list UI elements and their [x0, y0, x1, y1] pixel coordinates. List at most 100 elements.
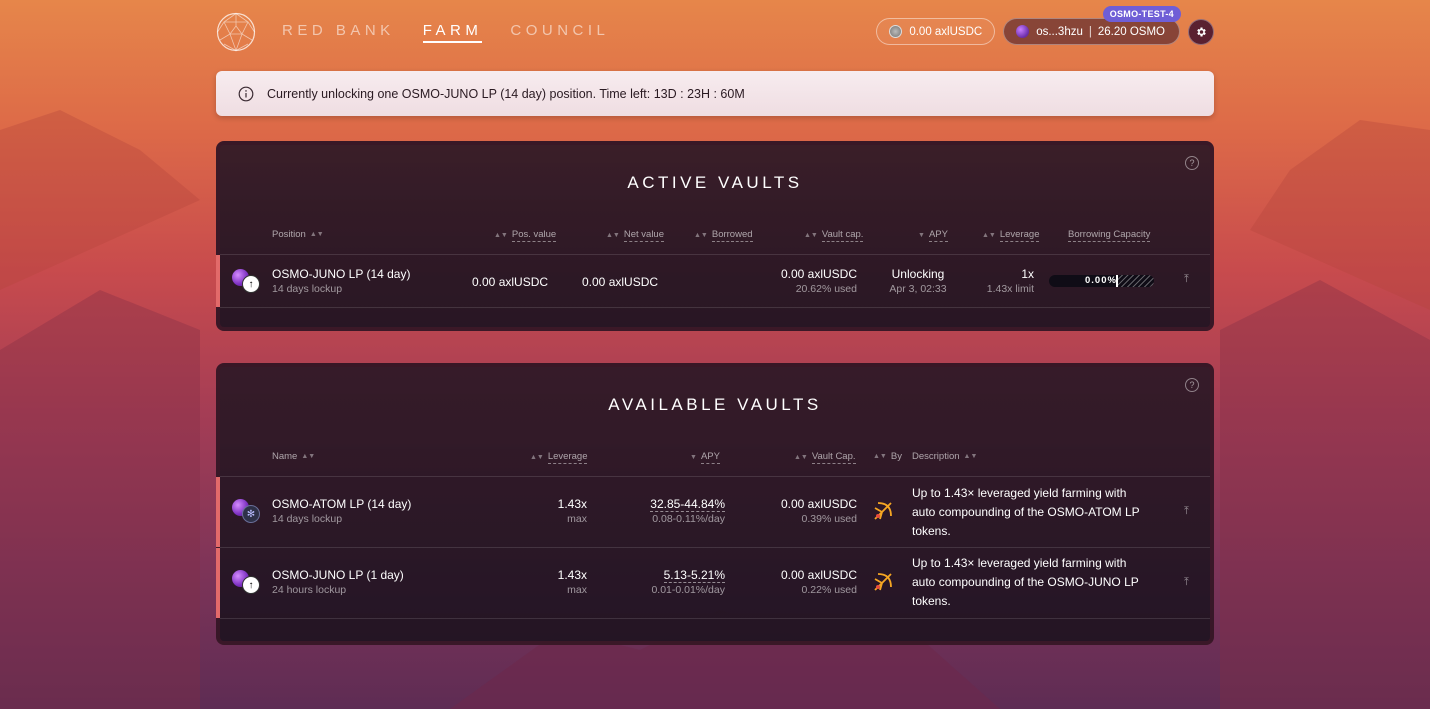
- balance-text: 0.00 axlUSDC: [909, 25, 983, 38]
- vault-name-text: OSMO-JUNO LP (1 day): [272, 568, 404, 582]
- axlusdc-coin-icon: [889, 25, 903, 38]
- th-leverage[interactable]: ▲▼ Leverage: [982, 229, 1040, 242]
- th-position[interactable]: Position ▲▼: [272, 229, 324, 240]
- sort-icon: ▲▼: [301, 453, 316, 460]
- th-borrowed-label: Borrowed: [711, 229, 753, 242]
- apollo-provider-icon: [872, 571, 894, 596]
- unlocking-notice-text: Currently unlocking one OSMO-JUNO LP (14…: [267, 86, 745, 101]
- expand-row-icon[interactable]: ⤒: [1184, 576, 1189, 589]
- table-row[interactable]: ✻ OSMO-ATOM LP (14 day) 14 days lockup 1…: [216, 476, 1210, 548]
- borrowing-capacity-bar: 0.00%: [1049, 275, 1154, 287]
- borrowing-capacity-hatch: [1116, 275, 1154, 287]
- top-header: RED BANK FARM COUNCIL 0.00 axlUSDC OSMO-…: [216, 6, 1214, 52]
- sort-icon: ▲▼: [982, 232, 996, 239]
- wallet-address: os...3hzu: [1036, 25, 1083, 38]
- vault-cap-used: 0.22% used: [801, 584, 857, 596]
- vault-description: Up to 1.43× leveraged yield farming with…: [912, 486, 1140, 538]
- mars-logo-icon[interactable]: [216, 12, 256, 52]
- active-vaults-title: ACTIVE VAULTS: [627, 173, 803, 192]
- wallet-balance: 26.20 OSMO: [1097, 25, 1165, 38]
- leverage-value: 1x: [1021, 267, 1034, 281]
- th-av-leverage-label: Leverage: [547, 451, 588, 464]
- atom-token-icon: ✻: [242, 505, 260, 523]
- th-name[interactable]: Name ▲▼: [272, 451, 315, 462]
- borrowing-capacity-pct: 0.00%: [1085, 275, 1117, 286]
- th-av-apy[interactable]: ▼ APY: [690, 451, 720, 464]
- th-av-vault-cap[interactable]: ▲▼ Vault Cap.: [794, 451, 856, 464]
- vault-leverage-value: 1.43x: [557, 568, 587, 582]
- balance-pill[interactable]: 0.00 axlUSDC: [876, 18, 996, 45]
- th-borrowed[interactable]: ▲▼ Borrowed: [694, 229, 753, 242]
- vault-leverage: 1.43x max: [558, 568, 587, 596]
- nav-farm[interactable]: FARM: [422, 22, 483, 43]
- position-lockup: 14 days lockup: [272, 283, 343, 295]
- expand-row-icon[interactable]: ⤒: [1184, 505, 1189, 518]
- vault-lockup: 14 days lockup: [272, 513, 343, 525]
- vault-apy-value: 5.13-5.21%: [663, 568, 725, 583]
- th-av-leverage[interactable]: ▲▼ Leverage: [530, 451, 588, 464]
- th-av-apy-label: APY: [700, 451, 720, 464]
- sort-icon: ▲▼: [530, 454, 544, 461]
- settings-button[interactable]: [1188, 18, 1214, 45]
- apy-status-text: Unlocking: [891, 267, 945, 281]
- th-vault-cap[interactable]: ▲▼ Vault cap.: [804, 229, 864, 242]
- table-row[interactable]: ↑ OSMO-JUNO LP (1 day) 24 hours lockup 1…: [216, 548, 1210, 619]
- pos-value: 0.00 axlUSDC: [472, 275, 549, 289]
- available-vaults-help-icon[interactable]: ?: [1185, 378, 1199, 392]
- vault-lockup: 24 hours lockup: [272, 584, 347, 596]
- available-vaults-card: ? AVAILABLE VAULTS Name ▲▼ ▲▼ Leverage ▼ AP…: [216, 363, 1214, 645]
- th-by-label: By: [890, 451, 902, 462]
- vault-name: OSMO-JUNO LP (1 day) 24 hours lockup: [272, 568, 404, 596]
- sort-icon: ▼: [918, 232, 925, 239]
- vault-apy-day: 0.08-0.11%/day: [652, 513, 725, 525]
- leverage-limit: 1.43x limit: [986, 283, 1034, 295]
- wallet-separator: |: [1088, 25, 1092, 38]
- vault-cap-used: 20.62% used: [795, 283, 857, 295]
- sort-icon: ▲▼: [494, 232, 508, 239]
- th-description[interactable]: Description ▲▼: [912, 451, 977, 462]
- vault-cap-value: 0.00 axlUSDC: [780, 497, 857, 511]
- sort-icon: ▲▼: [694, 232, 708, 239]
- position-name: OSMO-JUNO LP (14 day) 14 days lockup: [272, 267, 410, 295]
- osmo-coin-icon: [1016, 25, 1030, 38]
- network-badge: OSMO-TEST-4: [1102, 6, 1181, 22]
- th-borrowing-capacity-label: Borrowing Capacity: [1068, 229, 1151, 242]
- nav-council[interactable]: COUNCIL: [510, 22, 609, 43]
- main-nav: RED BANK FARM COUNCIL: [282, 22, 609, 43]
- token-pair-icon: ↑: [232, 570, 266, 596]
- th-apy[interactable]: ▼ APY: [918, 229, 948, 242]
- sort-icon: ▼: [690, 454, 697, 461]
- active-vaults-help-icon[interactable]: ?: [1185, 156, 1199, 170]
- info-icon: [238, 86, 254, 102]
- vault-apy-day: 0.01-0.01%/day: [651, 584, 725, 596]
- unlocking-notice: Currently unlocking one OSMO-JUNO LP (14…: [216, 71, 1214, 116]
- sort-icon: ▲▼: [804, 232, 818, 239]
- vault-leverage-sub: max: [567, 513, 587, 525]
- wallet-button[interactable]: OSMO-TEST-4 os...3hzu | 26.20 OSMO: [1003, 6, 1181, 45]
- th-vault-cap-label: Vault cap.: [821, 229, 864, 242]
- token-pair-icon: ✻: [232, 499, 266, 525]
- th-name-label: Name: [272, 451, 298, 462]
- vault-cap: 0.00 axlUSDC 0.22% used: [781, 568, 857, 596]
- juno-token-icon: ↑: [242, 576, 260, 594]
- th-leverage-label: Leverage: [999, 229, 1040, 242]
- active-vaults-card: ? ACTIVE VAULTS Position ▲▼ ▲▼ Pos. value …: [216, 141, 1214, 331]
- vault-cap-value: 0.00 axlUSDC: [780, 568, 857, 582]
- th-net-value[interactable]: ▲▼ Net value: [606, 229, 664, 242]
- th-borrowing-capacity[interactable]: Borrowing Capacity: [1068, 229, 1151, 242]
- sort-icon: ▲▼: [309, 231, 324, 238]
- vault-apy: 32.85-44.84% 0.08-0.11%/day: [650, 497, 725, 525]
- table-row[interactable]: ↑ OSMO-JUNO LP (14 day) 14 days lockup 0…: [216, 254, 1210, 308]
- net-value: 0.00 axlUSDC: [582, 275, 659, 289]
- expand-row-icon[interactable]: ⤒: [1184, 273, 1189, 286]
- juno-token-icon: ↑: [242, 275, 260, 293]
- sort-icon: ▲▼: [606, 232, 620, 239]
- vault-name: OSMO-ATOM LP (14 day) 14 days lockup: [272, 497, 411, 525]
- available-vaults-title: AVAILABLE VAULTS: [608, 395, 822, 414]
- nav-red-bank[interactable]: RED BANK: [282, 22, 395, 43]
- th-net-value-label: Net value: [623, 229, 664, 242]
- th-pos-value[interactable]: ▲▼ Pos. value: [494, 229, 557, 242]
- th-by[interactable]: ▲▼ By: [873, 451, 902, 462]
- vault-cap-used: 0.39% used: [801, 513, 857, 525]
- sort-icon: ▲▼: [873, 453, 887, 460]
